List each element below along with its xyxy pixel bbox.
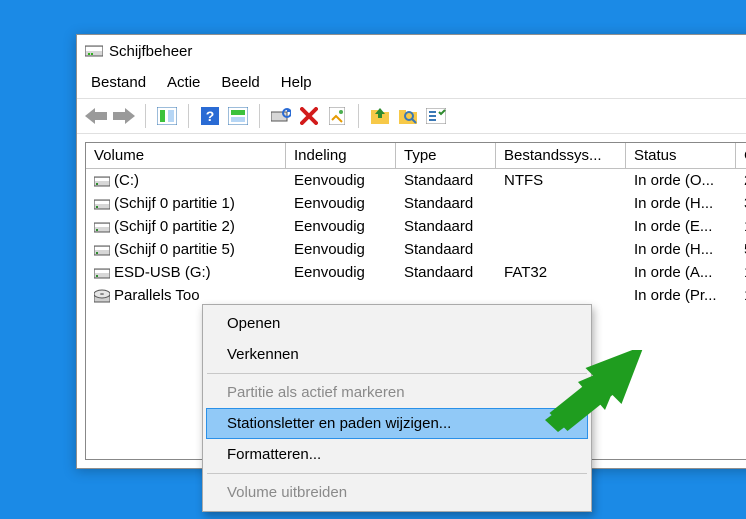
cell-volume: (C:) [86, 169, 286, 192]
cell-fs: FAT32 [496, 261, 626, 284]
menubar: Bestand Actie Beeld Help [77, 67, 746, 98]
volume-name: (Schijf 0 partitie 2) [114, 218, 235, 235]
cell-volume: (Schijf 0 partitie 2) [86, 215, 286, 238]
cell-indeling: Eenvoudig [286, 215, 396, 238]
context-menu-separator [207, 473, 587, 474]
table-row[interactable]: (Schijf 0 partitie 1) EenvoudigStandaard I… [86, 192, 746, 215]
menu-help[interactable]: Help [271, 71, 322, 94]
cell-status: In orde (O... [626, 169, 736, 192]
cell-c: 3 [736, 192, 746, 215]
drive-icon [94, 267, 110, 279]
cell-volume: (Schijf 0 partitie 5) [86, 238, 286, 261]
forward-button[interactable] [111, 103, 137, 129]
properties-button[interactable] [324, 103, 350, 129]
annotation-arrow [545, 350, 665, 443]
cell-indeling: Eenvoudig [286, 261, 396, 284]
cell-c: 1 [736, 215, 746, 238]
context-menu-separator [207, 373, 587, 374]
list-settings-button[interactable] [423, 103, 449, 129]
context-menu-item[interactable]: Verkennen [206, 339, 588, 370]
table-row[interactable]: (Schijf 0 partitie 5) EenvoudigStandaard I… [86, 238, 746, 261]
show-hide-tree-button[interactable] [154, 103, 180, 129]
menu-actie[interactable]: Actie [157, 71, 210, 94]
menu-bestand[interactable]: Bestand [81, 71, 156, 94]
toolbar-separator [188, 104, 189, 128]
cell-fs [496, 238, 626, 261]
drive-icon [94, 221, 110, 233]
volume-name: (C:) [114, 172, 139, 189]
context-menu-item: Partitie als actief markeren [206, 377, 588, 408]
context-menu-item[interactable]: Openen [206, 308, 588, 339]
column-indeling[interactable]: Indeling [286, 143, 396, 169]
refresh-button[interactable] [268, 103, 294, 129]
cell-type: Standaard [396, 215, 496, 238]
help-button[interactable]: ? [197, 103, 223, 129]
volume-name: (Schijf 0 partitie 1) [114, 195, 235, 212]
cell-c: 1 [736, 284, 746, 307]
cell-c: 2 [736, 169, 746, 192]
cell-status: In orde (H... [626, 192, 736, 215]
cell-status: In orde (E... [626, 215, 736, 238]
drive-icon [94, 198, 110, 210]
cell-volume: ESD-USB (G:) [86, 261, 286, 284]
cell-type: Standaard [396, 169, 496, 192]
toolbar-separator [145, 104, 146, 128]
toolbar-separator [358, 104, 359, 128]
table-row[interactable]: (Schijf 0 partitie 2) EenvoudigStandaard I… [86, 215, 746, 238]
table-header: Volume Indeling Type Bestandssys... Stat… [86, 143, 746, 169]
cell-fs [496, 215, 626, 238]
drive-icon [94, 175, 110, 187]
cell-type: Standaard [396, 238, 496, 261]
search-button[interactable] [395, 103, 421, 129]
volume-name: ESD-USB (G:) [114, 264, 211, 281]
svg-text:?: ? [206, 108, 215, 124]
cell-type: Standaard [396, 261, 496, 284]
cell-status: In orde (Pr... [626, 284, 736, 307]
context-menu: OpenenVerkennen Partitie als actief marke… [202, 304, 592, 512]
window-title: Schijfbeheer [109, 43, 192, 60]
menu-beeld[interactable]: Beeld [211, 71, 269, 94]
cell-fs: NTFS [496, 169, 626, 192]
volume-name: (Schijf 0 partitie 5) [114, 241, 235, 258]
context-menu-item[interactable]: Formatteren... [206, 439, 588, 470]
table-row[interactable]: (C:) EenvoudigStandaardNTFSIn orde (O...2 [86, 169, 746, 192]
cell-volume: (Schijf 0 partitie 1) [86, 192, 286, 215]
column-c[interactable]: C [736, 143, 746, 169]
disc-icon [94, 289, 110, 303]
cell-c: 5 [736, 238, 746, 261]
column-volume[interactable]: Volume [86, 143, 286, 169]
back-button[interactable] [83, 103, 109, 129]
cell-status: In orde (H... [626, 238, 736, 261]
delete-button[interactable] [296, 103, 322, 129]
cell-type: Standaard [396, 192, 496, 215]
context-menu-item: Volume uitbreiden [206, 477, 588, 508]
cell-indeling: Eenvoudig [286, 238, 396, 261]
cell-fs [496, 192, 626, 215]
context-menu-item[interactable]: Stationsletter en paden wijzigen... [206, 408, 588, 439]
drive-icon [94, 244, 110, 256]
column-type[interactable]: Type [396, 143, 496, 169]
toolbar: ? [77, 98, 746, 134]
volume-name: Parallels Too [114, 287, 200, 304]
cell-status: In orde (A... [626, 261, 736, 284]
cell-c: 1 [736, 261, 746, 284]
table-row[interactable]: ESD-USB (G:) EenvoudigStandaardFAT32In or… [86, 261, 746, 284]
titlebar: Schijfbeheer [77, 35, 746, 67]
column-bestandssys[interactable]: Bestandssys... [496, 143, 626, 169]
column-status[interactable]: Status [626, 143, 736, 169]
cell-indeling: Eenvoudig [286, 169, 396, 192]
app-icon [85, 43, 103, 59]
folder-up-button[interactable] [367, 103, 393, 129]
cell-indeling: Eenvoudig [286, 192, 396, 215]
toolbar-separator [259, 104, 260, 128]
panel-layout-button[interactable] [225, 103, 251, 129]
